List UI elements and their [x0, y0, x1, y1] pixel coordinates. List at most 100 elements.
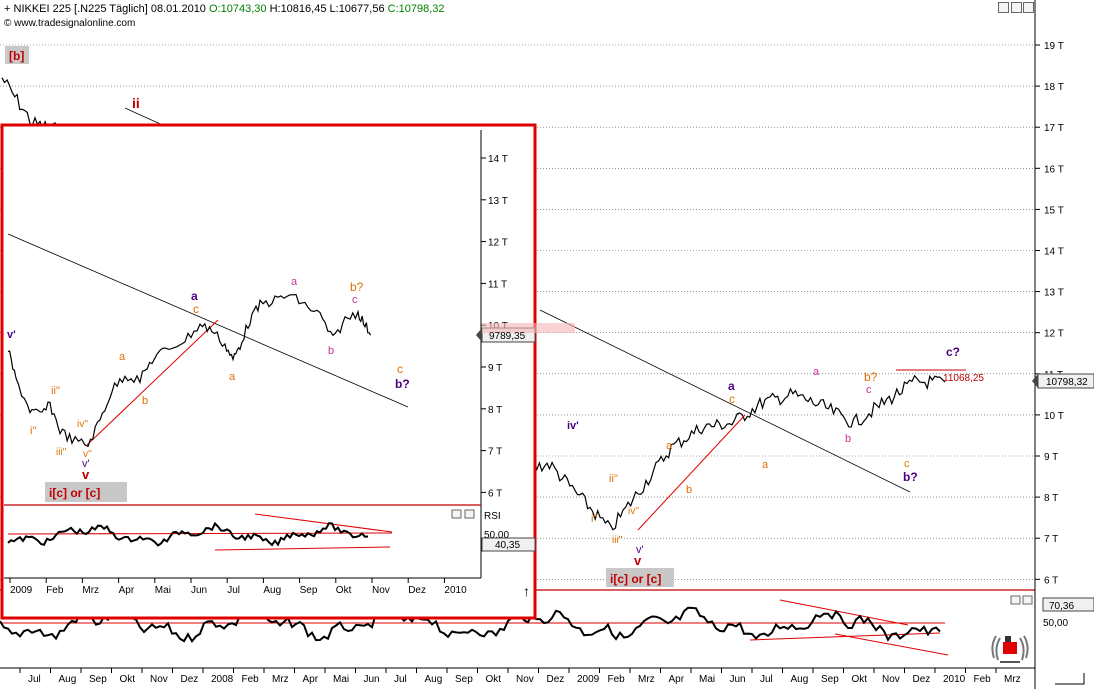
inset-y-tick-label: 11 T	[488, 279, 507, 290]
inset-wave-v-prime-top: v'	[7, 329, 16, 341]
main-x-tick-label: Okt	[852, 674, 868, 685]
wave-a-purple: a	[728, 379, 735, 393]
main-x-tick-label: Aug	[425, 674, 443, 685]
main-y-tick-label: 16 T	[1044, 164, 1064, 175]
inset-wave-c-orange: c	[193, 302, 199, 316]
wave-c-orange: c	[904, 458, 910, 470]
wave-i2: i''	[591, 513, 598, 525]
b-wave-label: [b]	[9, 49, 24, 63]
wave-cq-purple: c?	[946, 345, 960, 359]
rsi-level-label: 50,00	[1043, 618, 1068, 629]
main-x-tick-label: Jun	[364, 674, 380, 685]
main-y-tick-label: 7 T	[1044, 534, 1058, 545]
main-x-tick-label: Dez	[181, 674, 199, 685]
inset-x-tick-label: Nov	[372, 585, 390, 596]
main-x-tick-label: Mrz	[1004, 674, 1021, 685]
inset-wave-bq-orange: b?	[350, 280, 364, 294]
inset-x-tick-label: Jul	[227, 585, 240, 596]
wave-bq-orange: b?	[864, 370, 878, 384]
last-price-value: 10798,32	[1046, 377, 1088, 388]
inset-y-tick-label: 6 T	[488, 488, 502, 499]
main-x-tick-label: Mai	[699, 674, 715, 685]
inset-wave-iv2: iv''	[77, 419, 88, 430]
inset-wave-a-orange-low: a	[229, 371, 236, 383]
main-downtrend-line	[539, 309, 911, 493]
main-y-tick-label: 13 T	[1044, 288, 1064, 299]
inset-x-tick-label: Dez	[408, 585, 426, 596]
inset-wave-a-pink: a	[291, 276, 298, 288]
wave-iv2: iv''	[628, 506, 639, 517]
main-x-tick-label: Aug	[791, 674, 809, 685]
main-y-axis: 19 T18 T17 T16 T15 T14 T13 T12 T11 T10 T…	[1035, 41, 1064, 586]
wave-bq-purple: b?	[903, 470, 918, 484]
inset-wave-ii2: ii''	[51, 385, 60, 397]
main-y-tick-label: 17 T	[1044, 123, 1064, 134]
resize-corner-icon[interactable]	[1055, 673, 1085, 685]
main-x-tick-label: Feb	[608, 674, 626, 685]
main-x-tick-label: Mrz	[638, 674, 655, 685]
inset-x-tick-label: Aug	[263, 585, 281, 596]
chart-canvas: 19 T 18 T 17 T 16 T 15 T 14 T 13 T 12 T 11 T 10 T…	[0, 0, 1094, 689]
inset-wave-iii2: iii''	[56, 447, 67, 458]
wave-b-orange-2: b	[686, 484, 692, 496]
inset-wave-b-pink: b	[328, 345, 334, 357]
inset-x-tick-label: Feb	[46, 585, 64, 596]
main-x-tick-label: Apr	[303, 674, 319, 685]
rsi-close-button[interactable]	[1022, 595, 1033, 605]
main-y-tick-label: 15 T	[1044, 205, 1064, 216]
inset-x-tick-label: Jun	[191, 585, 207, 596]
rsi-value-label: 70,36	[1049, 601, 1074, 612]
inset-x-tick-label: Mrz	[82, 585, 99, 596]
main-y-tick-label: 18 T	[1044, 82, 1064, 93]
wave-ii2: ii''	[609, 473, 618, 485]
main-x-tick-label: Feb	[242, 674, 260, 685]
inset-x-tick-label: 2009	[10, 585, 33, 596]
main-x-tick-label: Feb	[974, 674, 992, 685]
inset-x-tick-label: Sep	[300, 585, 318, 596]
wave-c-pink: c	[866, 384, 872, 396]
main-y-tick-label: 8 T	[1044, 493, 1058, 504]
inset-y-tick-label: 13 T	[488, 196, 508, 207]
inset-wave-c-orange-right: c	[397, 362, 403, 376]
main-x-tick-label: Aug	[59, 674, 77, 685]
inset-chart: 14 T13 T12 T11 T10 T9 T8 T7 T6 T v' a c …	[0, 123, 575, 620]
main-x-tick-label: Nov	[516, 674, 534, 685]
inset-rsi-close-button[interactable]	[464, 509, 475, 519]
inset-scroll-arrow-icon[interactable]: ↑	[523, 583, 530, 599]
main-y-tick-label: 19 T	[1044, 41, 1064, 52]
inset-wave-i2: i''	[30, 425, 37, 437]
inset-ic-label: i[c] or [c]	[49, 486, 100, 500]
wave-a-orange-2: a	[666, 440, 673, 452]
inset-y-tick-label: 7 T	[488, 447, 502, 458]
main-x-tick-label: Jul	[760, 674, 773, 685]
main-x-tick-label: Dez	[913, 674, 931, 685]
inset-rsi-maximize-button[interactable]	[451, 509, 462, 519]
inset-y-tick-label: 9 T	[488, 363, 502, 374]
main-x-tick-label: Jul	[28, 674, 41, 685]
rsi-lower-line	[834, 633, 949, 656]
inset-wave-c-pink: c	[352, 294, 358, 306]
target-value-label: 11068,25	[943, 373, 984, 384]
main-y-tick-label: 9 T	[1044, 452, 1058, 463]
wave-a-pink: a	[813, 366, 820, 378]
wave-v: v	[634, 553, 642, 568]
main-x-tick-label: Dez	[547, 674, 565, 685]
inset-x-tick-label: Okt	[336, 585, 352, 596]
main-x-tick-label: Okt	[486, 674, 502, 685]
inset-rsi-label: RSI	[484, 511, 501, 522]
rsi-maximize-button[interactable]	[1010, 595, 1021, 605]
rsi-support-line	[749, 632, 941, 641]
inset-y-tick-label: 8 T	[488, 405, 502, 416]
wave-b-pink: b	[845, 433, 851, 445]
main-x-axis: Jul Aug Sep Okt Nov Dez 2008 Feb Mrz Apr Mai Jun Jul…	[19, 668, 1021, 685]
inset-wave-v: v	[82, 467, 90, 482]
inset-y-tick-label: 12 T	[488, 238, 508, 249]
main-x-tick-label: 2009	[577, 674, 600, 685]
inset-rsi-value: 40,35	[495, 540, 520, 551]
inset-frame	[0, 123, 537, 620]
main-x-tick-label: Apr	[669, 674, 685, 685]
main-y-tick-label: 12 T	[1044, 329, 1064, 340]
main-x-tick-label: 2008	[211, 674, 234, 685]
inset-x-tick-label: Apr	[119, 585, 135, 596]
wave-a-orange: a	[762, 459, 769, 471]
